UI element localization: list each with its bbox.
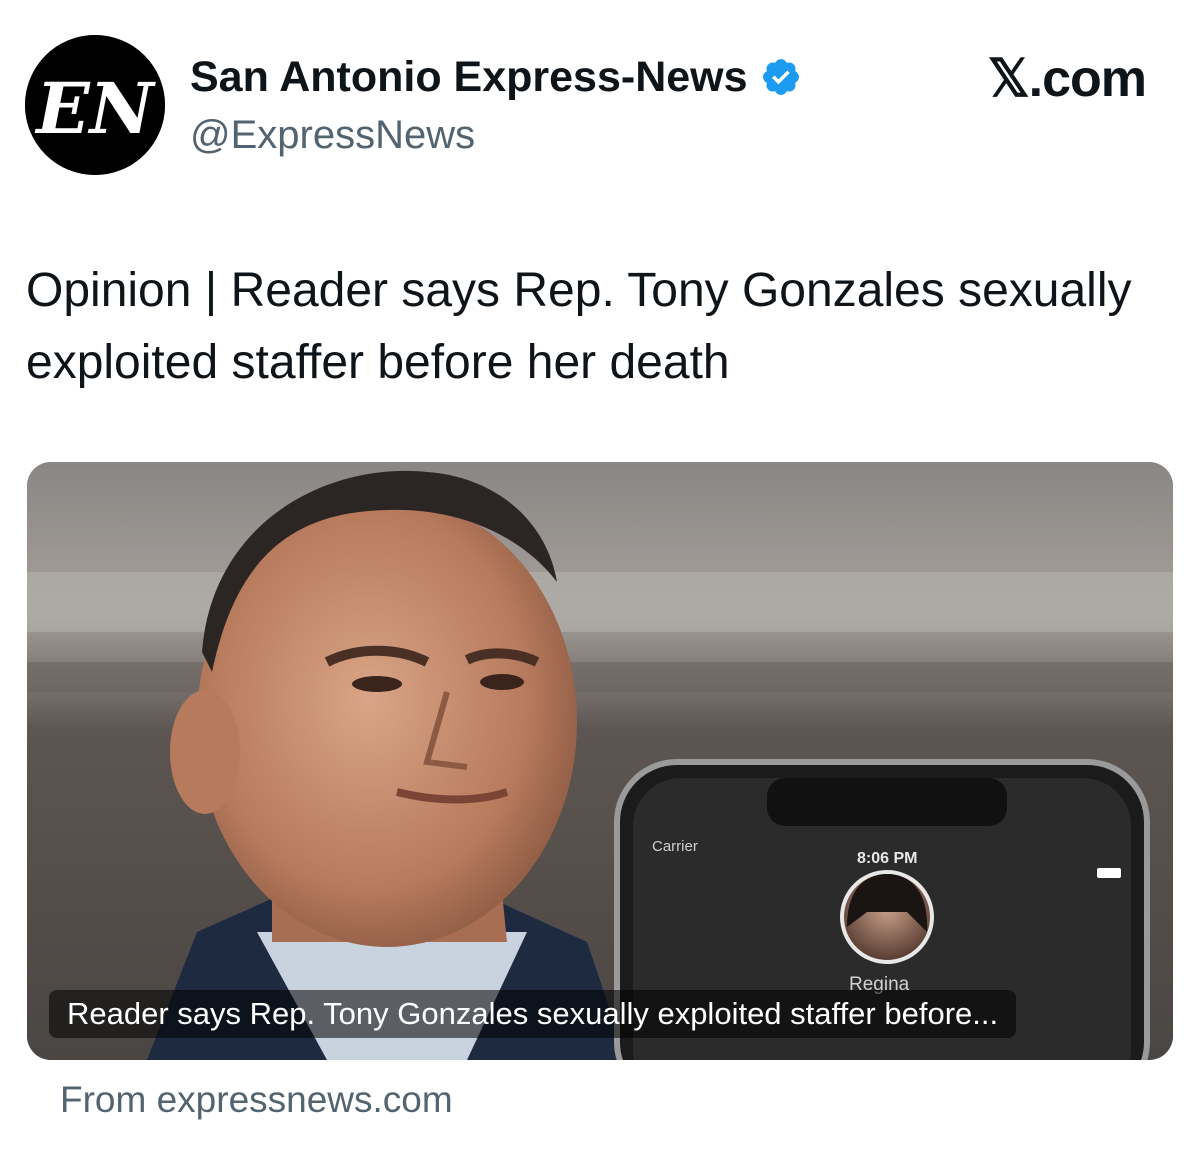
tweet-header: EN San Antonio Express-News @ExpressNews…: [0, 0, 1200, 200]
card-source-link[interactable]: From expressnews.com: [60, 1077, 453, 1123]
author-handle[interactable]: @ExpressNews: [190, 110, 475, 160]
x-com-logo: 𝕏.com: [987, 50, 1147, 108]
phone-time-label: 8:06 PM: [857, 850, 918, 867]
express-news-logo: EN: [25, 35, 165, 175]
author-avatar[interactable]: EN: [25, 35, 165, 175]
author-display-name-row[interactable]: San Antonio Express-News: [190, 50, 802, 104]
author-display-name[interactable]: San Antonio Express-News: [190, 50, 748, 104]
logo-text: EN: [34, 67, 156, 150]
article-thumbnail: [27, 462, 1173, 1060]
phone-carrier-label: Carrier: [652, 838, 698, 855]
card-title[interactable]: Reader says Rep. Tony Gonzales sexually …: [49, 990, 1017, 1038]
tweet-text: Opinion | Reader says Rep. Tony Gonzales…: [26, 264, 1132, 389]
verified-badge-icon: [760, 56, 802, 98]
link-card[interactable]: Carrier 8:06 PM Regina Reader says Rep. …: [27, 462, 1173, 1060]
